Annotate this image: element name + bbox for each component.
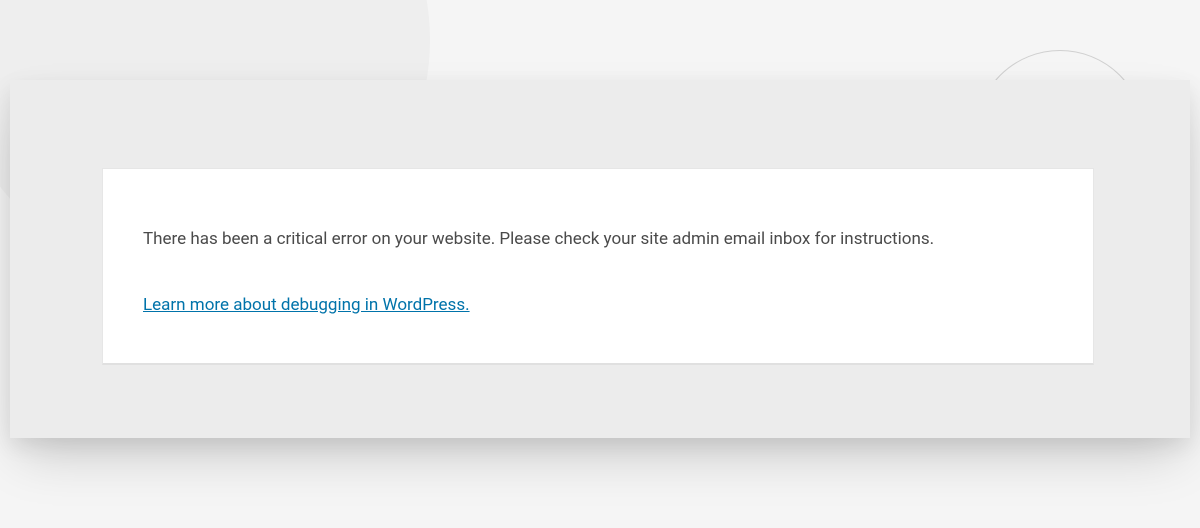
error-message-text: There has been a critical error on your … [143, 227, 1053, 253]
learn-more-link[interactable]: Learn more about debugging in WordPress. [143, 295, 470, 315]
error-card: There has been a critical error on your … [102, 168, 1094, 365]
outer-panel: There has been a critical error on your … [10, 80, 1190, 438]
